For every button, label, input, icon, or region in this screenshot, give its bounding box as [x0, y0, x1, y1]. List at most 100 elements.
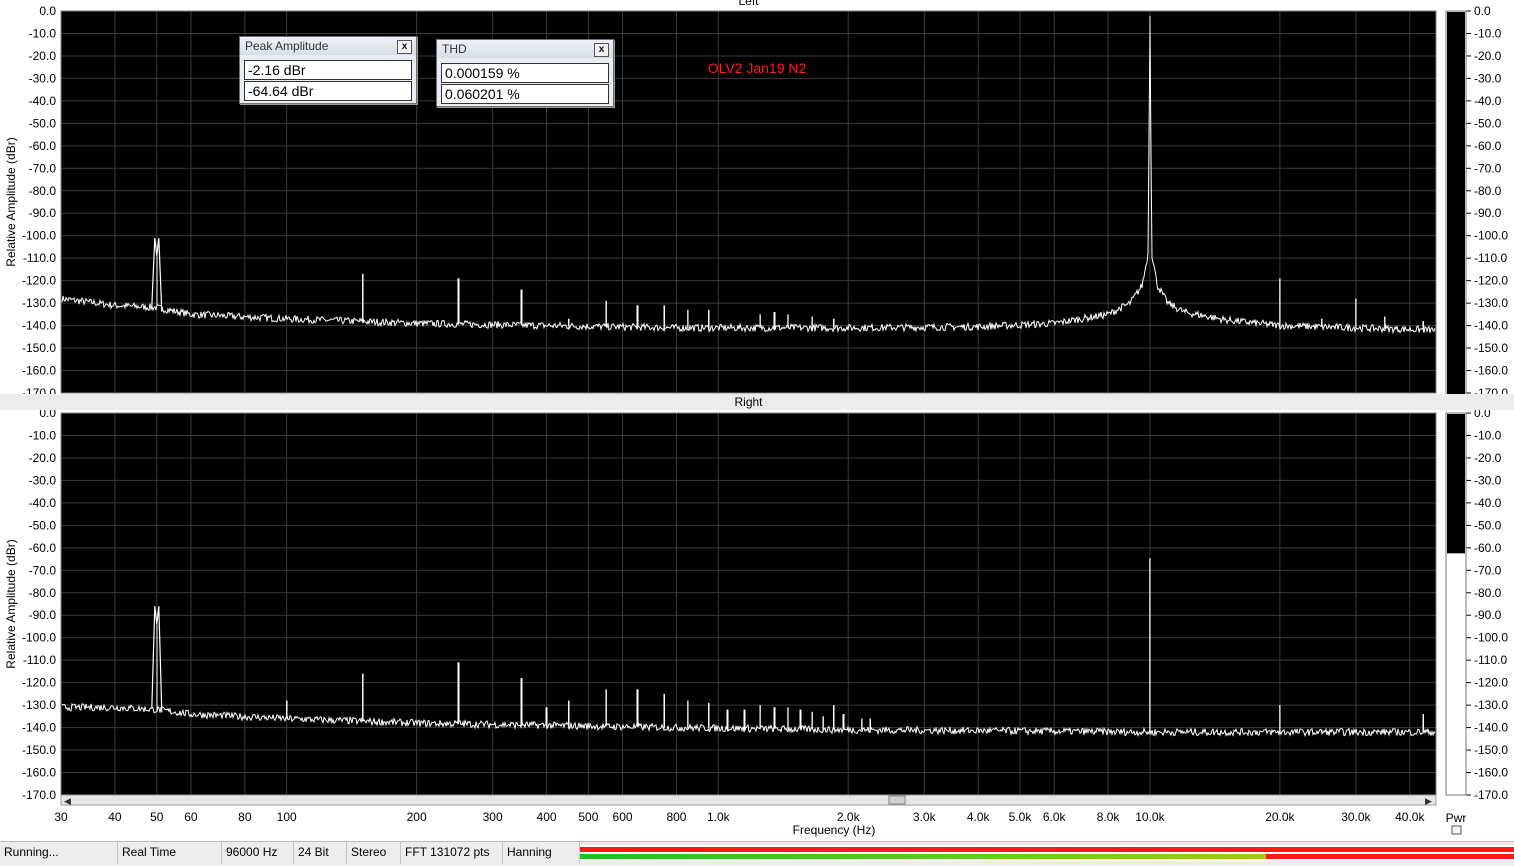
peak-right-value: -64.64 dBr — [244, 81, 412, 101]
meter-tick-label: -120.0 — [1474, 274, 1508, 288]
peak-amplitude-window[interactable]: Peak Amplitude x -2.16 dBr -64.64 dBr — [239, 36, 417, 104]
y-tick-label: -130.0 — [22, 698, 56, 712]
x-axis-label: Frequency (Hz) — [793, 823, 876, 837]
meter-tick-label: -160.0 — [1474, 766, 1508, 780]
meter-tick-label: -60.0 — [1474, 541, 1502, 555]
x-tick-label: 400 — [537, 810, 557, 824]
meter-tick-label: -10.0 — [1474, 26, 1502, 40]
status-fft-size: FFT 131072 pts — [401, 842, 503, 864]
meter-tick-label: -40.0 — [1474, 496, 1502, 510]
y-tick-label: -50.0 — [29, 116, 57, 130]
x-tick-label: 10.0k — [1135, 810, 1165, 824]
power-meter-fill — [1447, 12, 1465, 394]
y-tick-label: -80.0 — [29, 586, 57, 600]
y-tick-label: -160.0 — [22, 364, 56, 378]
y-tick-label: -70.0 — [29, 563, 57, 577]
x-tick-label: 100 — [277, 810, 297, 824]
meter-tick-label: -80.0 — [1474, 586, 1502, 600]
close-icon[interactable]: x — [397, 40, 412, 54]
close-icon[interactable]: x — [594, 43, 609, 57]
x-tick-label: 80 — [238, 810, 252, 824]
trace-annotation: OLV2 Jan19 N2 — [708, 60, 807, 76]
y-axis-label: Relative Amplitude (dBr) — [4, 137, 18, 266]
x-tick-label: 3.0k — [913, 810, 937, 824]
meter-tick-label: -140.0 — [1474, 319, 1508, 333]
meter-tick-label: -110.0 — [1474, 251, 1507, 265]
meter-tick-label: -30.0 — [1474, 71, 1502, 85]
meter-tick-label: -130.0 — [1474, 296, 1508, 310]
scrollbar-thumb — [888, 795, 906, 805]
y-tick-label: -100.0 — [22, 631, 56, 645]
y-tick-label: -120.0 — [22, 676, 56, 690]
x-tick-label: 6.0k — [1043, 810, 1067, 824]
meter-tick-label: -160.0 — [1474, 364, 1508, 378]
x-tick-label: 20.0k — [1265, 810, 1295, 824]
x-tick-label: 500 — [578, 810, 598, 824]
meter-tick-label: -70.0 — [1474, 161, 1502, 175]
y-tick-label: -150.0 — [22, 341, 56, 355]
meter-tick-label: -90.0 — [1474, 608, 1502, 622]
y-tick-label: -110.0 — [23, 653, 56, 667]
x-tick-label: 800 — [666, 810, 686, 824]
status-bar: Running... Real Time 96000 Hz 24 Bit Ste… — [0, 841, 1514, 866]
spectrum-chart: 0.0 0.0 -10.0 -10.0 -20.0 -20.0 -30.0 -30.0 -40.… — [0, 0, 1514, 837]
y-tick-label: -70.0 — [29, 161, 57, 175]
y-tick-label: -20.0 — [29, 451, 57, 465]
thd-title: THD — [442, 42, 467, 56]
meter-tick-label: -80.0 — [1474, 184, 1502, 198]
thd-left-value: 0.000159 % — [441, 63, 609, 83]
collapse-icon — [1451, 825, 1462, 835]
status-running: Running... — [0, 842, 118, 864]
x-tick-label: 40.0k — [1395, 810, 1425, 824]
y-tick-label: -170.0 — [22, 788, 56, 802]
y-tick-label: -10.0 — [29, 428, 57, 442]
y-tick-label: -100.0 — [22, 229, 56, 243]
meter-tick-label: -20.0 — [1474, 451, 1502, 465]
meter-label: Pwr — [1446, 811, 1467, 825]
meter-tick-label: -70.0 — [1474, 563, 1502, 577]
meter-tick-label: 0.0 — [1474, 4, 1491, 18]
y-tick-label: -140.0 — [22, 721, 56, 735]
x-tick-label: 5.0k — [1009, 810, 1033, 824]
x-tick-label: 200 — [407, 810, 427, 824]
x-tick-label: 30.0k — [1341, 810, 1371, 824]
peak-left-value: -2.16 dBr — [244, 60, 412, 80]
status-channels: Stereo — [347, 842, 401, 864]
y-tick-label: -160.0 — [22, 766, 56, 780]
meter-tick-label: -150.0 — [1474, 743, 1508, 757]
level-meter-right — [580, 854, 1266, 859]
x-tick-label: 40 — [108, 810, 122, 824]
meter-tick-label: -90.0 — [1474, 206, 1502, 220]
meter-tick-label: -140.0 — [1474, 721, 1508, 735]
level-meter — [580, 845, 1514, 861]
meter-tick-label: -10.0 — [1474, 428, 1502, 442]
x-tick-label: 8.0k — [1097, 810, 1121, 824]
panel-title: Left — [738, 0, 759, 8]
meter-tick-label: -130.0 — [1474, 698, 1508, 712]
panel-title: Right — [734, 395, 763, 409]
meter-tick-label: -150.0 — [1474, 341, 1508, 355]
x-tick-label: 300 — [483, 810, 503, 824]
y-tick-label: -60.0 — [29, 139, 57, 153]
scroll-right-icon: ▶ — [1425, 796, 1432, 806]
meter-tick-label: -100.0 — [1474, 631, 1508, 645]
y-tick-label: -30.0 — [29, 71, 57, 85]
thd-window[interactable]: THD x 0.000159 % 0.060201 % — [436, 39, 614, 107]
scroll-left-icon: ◀ — [64, 796, 71, 806]
plot-area — [61, 413, 1436, 795]
meter-tick-label: -50.0 — [1474, 116, 1502, 130]
meter-tick-label: -40.0 — [1474, 94, 1502, 108]
status-sample-rate: 96000 Hz — [222, 842, 294, 864]
y-tick-label: -40.0 — [29, 496, 57, 510]
y-tick-label: 0.0 — [39, 4, 56, 18]
y-tick-label: -110.0 — [23, 251, 56, 265]
meter-tick-label: -170.0 — [1474, 788, 1508, 802]
thd-right-value: 0.060201 % — [441, 84, 609, 104]
x-tick-label: 60 — [184, 810, 198, 824]
x-tick-label: 50 — [150, 810, 164, 824]
meter-tick-label: -110.0 — [1474, 653, 1507, 667]
status-window: Hanning — [503, 842, 580, 864]
meter-tick-label: -100.0 — [1474, 229, 1508, 243]
status-bit-depth: 24 Bit — [294, 842, 347, 864]
y-tick-label: -30.0 — [29, 473, 57, 487]
